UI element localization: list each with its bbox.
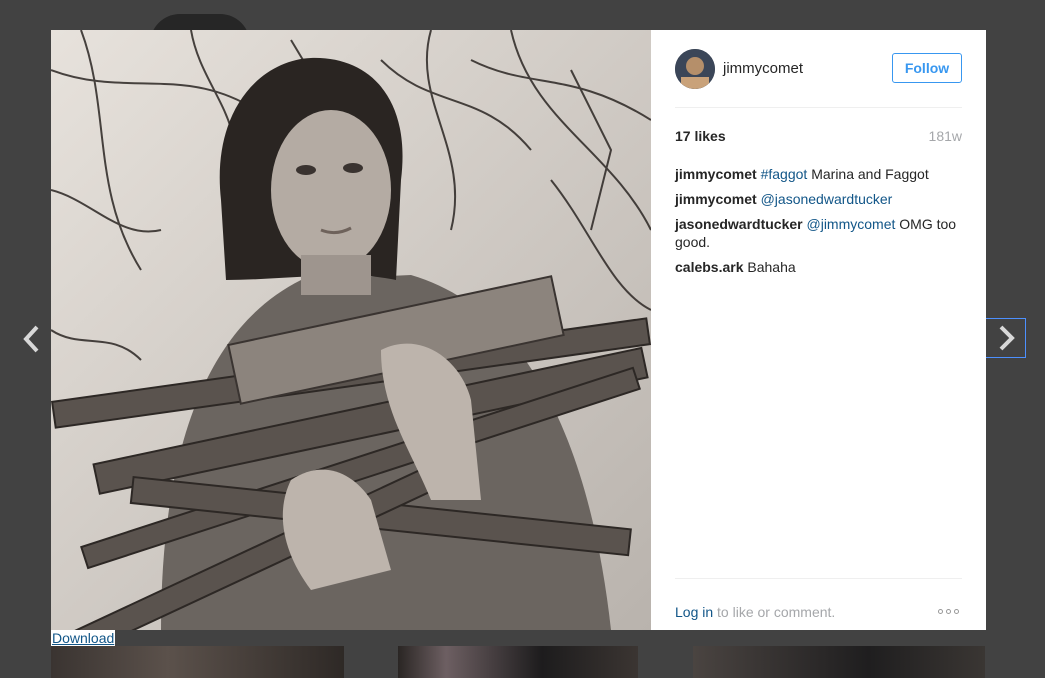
comment-item: calebs.ark Bahaha <box>675 258 962 276</box>
comment-mention[interactable]: @jimmycomet <box>807 216 896 232</box>
download-link[interactable]: Download <box>51 630 116 646</box>
comment-text: Bahaha <box>743 259 796 275</box>
dot-icon <box>954 608 959 614</box>
next-post-button[interactable] <box>986 318 1026 358</box>
comment-item: jimmycomet #faggot Marina and Faggot <box>675 165 962 183</box>
comments-list: jimmycomet #faggot Marina and Faggot jim… <box>675 165 962 283</box>
post-footer: Log in to like or comment. <box>675 578 962 631</box>
comment-username[interactable]: jasonedwardtucker <box>675 216 803 232</box>
comment-hashtag[interactable]: #faggot <box>761 166 808 182</box>
likes-row: 17 likes 181w <box>675 128 962 146</box>
background-thumbnail <box>51 646 344 678</box>
comment-item: jimmycomet @jasonedwardtucker <box>675 190 962 208</box>
dot-icon <box>938 608 943 614</box>
avatar-image <box>675 49 715 89</box>
avatar[interactable] <box>675 49 715 89</box>
post-photo[interactable] <box>51 30 651 630</box>
comment-mention[interactable]: @jasonedwardtucker <box>761 191 893 207</box>
username-link[interactable]: jimmycomet <box>723 60 803 77</box>
post-age[interactable]: 181w <box>929 128 962 144</box>
post-details-panel: jimmycomet Follow 17 likes 181w jimmycom… <box>651 30 986 630</box>
post-modal: jimmycomet Follow 17 likes 181w jimmycom… <box>51 30 986 630</box>
previous-post-button[interactable] <box>17 322 47 356</box>
comment-username[interactable]: jimmycomet <box>675 191 757 207</box>
comment-item: jasonedwardtucker @jimmycomet OMG too go… <box>675 215 962 251</box>
comment-text: Marina and Faggot <box>807 166 929 182</box>
photo-illustration <box>51 30 651 630</box>
dot-icon <box>946 608 951 614</box>
login-link[interactable]: Log in <box>675 604 713 620</box>
post-header: jimmycomet Follow <box>675 30 962 108</box>
more-options-icon[interactable] <box>938 605 962 617</box>
comment-username[interactable]: jimmycomet <box>675 166 757 182</box>
chevron-left-icon <box>23 325 39 353</box>
background-thumbnail <box>398 646 638 678</box>
chevron-right-icon <box>999 325 1015 351</box>
follow-button[interactable]: Follow <box>892 53 962 83</box>
likes-count[interactable]: 17 likes <box>675 128 726 144</box>
background-thumbnail <box>693 646 985 678</box>
login-prompt: Log in to like or comment. <box>675 604 835 620</box>
comment-username[interactable]: calebs.ark <box>675 259 744 275</box>
login-prompt-text: to like or comment. <box>713 604 836 620</box>
